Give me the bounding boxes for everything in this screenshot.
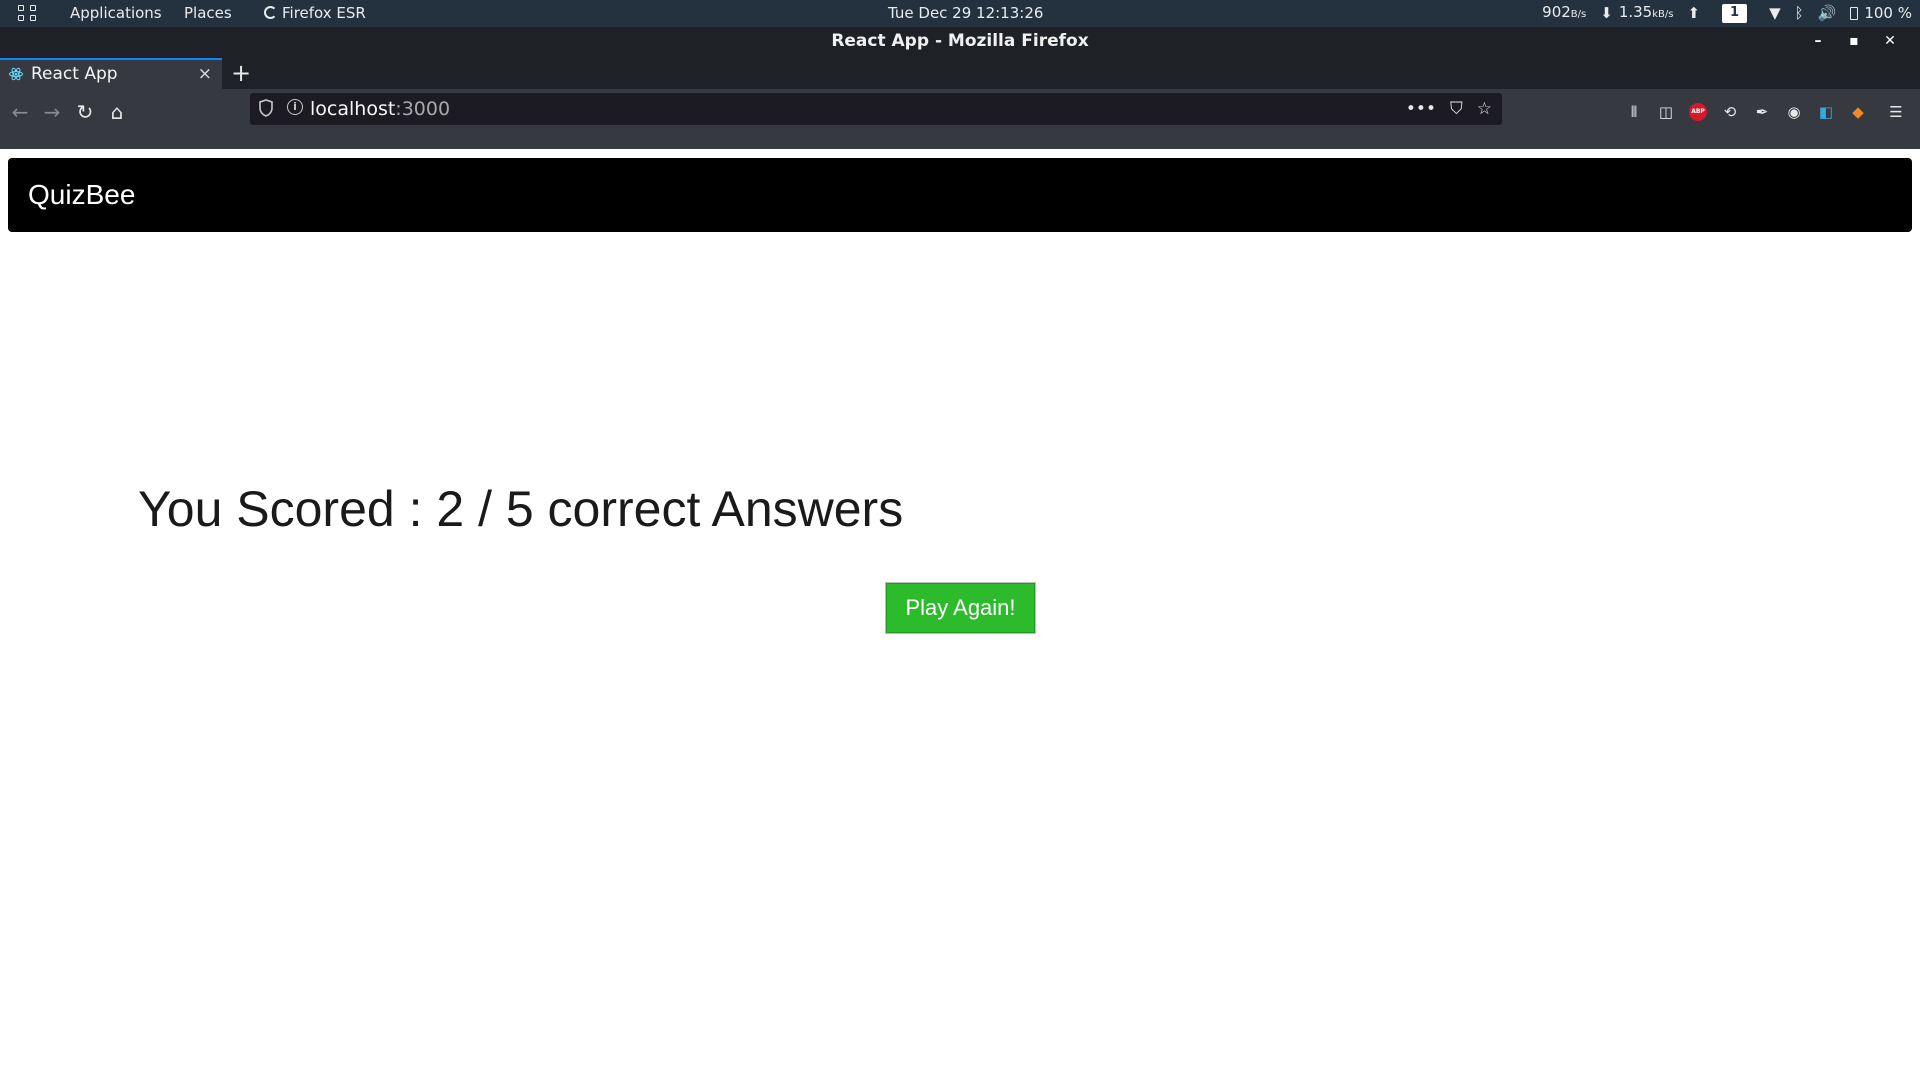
react-favicon-icon <box>9 67 23 81</box>
navigation-toolbar: ← → ↻ ⌂ i localhost:3000 ••• ⛉ ☆ ⫴ ◫ ABP… <box>0 89 1920 149</box>
address-bar[interactable]: i localhost:3000 ••• ⛉ ☆ <box>250 93 1502 125</box>
bookmark-star-icon[interactable]: ☆ <box>1477 99 1492 119</box>
firefox-icon <box>264 6 277 19</box>
url-actions: ••• ⛉ ☆ <box>1392 93 1492 125</box>
battery-percent: 100 % <box>1864 4 1912 22</box>
hamburger-menu-icon[interactable]: ☰ <box>1880 103 1912 121</box>
tab-react-app[interactable]: React App × <box>0 58 222 89</box>
workspace-indicator[interactable]: 1 <box>1722 4 1748 23</box>
net-up-value: 1.35 <box>1618 3 1653 21</box>
window-title: React App - Mozilla Firefox <box>831 31 1089 51</box>
app-navbar: QuizBee <box>8 158 1912 232</box>
adblock-plus-icon[interactable]: ABP <box>1689 103 1707 121</box>
pocket-icon[interactable]: ⛉ <box>1450 99 1463 119</box>
page-viewport: QuizBee You Scored : 2 / 5 correct Answe… <box>0 149 1920 1080</box>
metamask-fox-icon[interactable]: ◆ <box>1842 103 1874 121</box>
net-down-readout: 902B/s <box>1542 0 1586 28</box>
arrow-up-icon: ⬆ <box>1687 4 1701 22</box>
net-down-unit: B/s <box>1570 9 1587 20</box>
extension-sync-icon[interactable]: ⟲ <box>1714 103 1746 121</box>
tab-strip: React App × + <box>0 55 1920 89</box>
battery-icon <box>1850 7 1859 20</box>
places-menu[interactable]: Places <box>184 0 232 27</box>
tab-close-icon[interactable]: × <box>198 63 212 85</box>
extension-feather-icon[interactable]: ✒ <box>1746 103 1778 121</box>
window-controls: – ▪ ✕ <box>1800 27 1908 55</box>
tab-title: React App <box>31 64 118 84</box>
account-icon[interactable]: ◉ <box>1778 103 1810 121</box>
reload-button[interactable]: ↻ <box>70 97 100 127</box>
wifi-icon: ▼ <box>1769 4 1781 22</box>
applications-menu[interactable]: Applications <box>70 0 162 27</box>
score-heading: You Scored : 2 / 5 correct Answers <box>138 481 904 537</box>
firefox-esr-menu[interactable]: Firefox ESR <box>264 0 366 27</box>
tracking-shield-icon[interactable] <box>259 99 273 117</box>
firefox-esr-label: Firefox ESR <box>282 4 366 22</box>
forward-button[interactable]: → <box>37 97 67 127</box>
library-icon[interactable]: ⫴ <box>1618 103 1650 121</box>
apps-grid-icon[interactable] <box>18 5 40 23</box>
play-again-button[interactable]: Play Again! <box>886 583 1035 633</box>
maximize-button[interactable]: ▪ <box>1836 27 1872 55</box>
back-button[interactable]: ← <box>5 97 35 127</box>
bluetooth-icon: ᛒ <box>1794 4 1804 22</box>
close-window-button[interactable]: ✕ <box>1872 27 1908 55</box>
brand-title[interactable]: QuizBee <box>28 158 135 232</box>
window-title-bar: React App - Mozilla Firefox – ▪ ✕ <box>0 27 1920 55</box>
clock[interactable]: Tue Dec 29 12:13:26 <box>888 0 1043 27</box>
extension-blue-icon[interactable]: ◧ <box>1810 103 1842 121</box>
url-port: :3000 <box>395 98 451 120</box>
net-up-readout: 1.35kB/s <box>1619 0 1674 28</box>
sidebar-icon[interactable]: ◫ <box>1650 103 1682 121</box>
url-text[interactable]: localhost:3000 <box>310 95 450 123</box>
toolbar-extensions: ⫴ ◫ ABP ⟲ ✒ ◉ ◧ ◆ ☰ <box>1618 97 1912 127</box>
new-tab-button[interactable]: + <box>230 58 252 88</box>
net-up-unit: kB/s <box>1652 9 1674 20</box>
home-button[interactable]: ⌂ <box>102 97 132 127</box>
minimize-button[interactable]: – <box>1800 27 1836 55</box>
site-info-icon[interactable]: i <box>287 99 303 115</box>
status-area[interactable]: 902B/s ⬇ 1.35kB/s ⬆ 1 ▼ ᛒ 🔊 100 % <box>1528 0 1912 27</box>
net-down-value: 902 <box>1542 3 1571 21</box>
volume-icon: 🔊 <box>1817 4 1837 22</box>
page-actions-more-icon[interactable]: ••• <box>1406 99 1436 119</box>
arrow-down-icon: ⬇ <box>1600 4 1613 22</box>
system-top-bar: Applications Places Firefox ESR Tue Dec … <box>0 0 1920 27</box>
url-host: localhost <box>310 98 396 120</box>
